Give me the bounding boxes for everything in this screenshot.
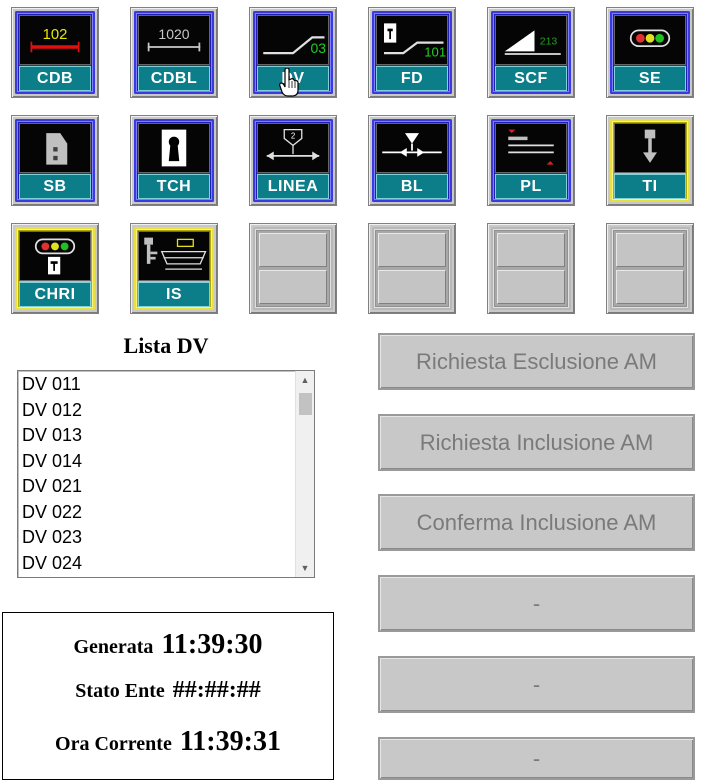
derailer-icon: 101 <box>376 15 448 65</box>
ora-corrente-value: 11:39:31 <box>179 726 281 757</box>
tile-label: BL <box>376 174 448 199</box>
tile-label: TCH <box>138 174 210 199</box>
list-item[interactable]: DV 021 <box>22 474 82 500</box>
function-tile-grid: 102 CDB 1020 CDBL 03 DV 101 FD 213 SCF S… <box>9 7 709 322</box>
list-item[interactable]: DV 013 <box>22 423 82 449</box>
tile-tch[interactable]: TCH <box>130 115 218 206</box>
tile-empty[interactable] <box>606 223 694 314</box>
generata-row: Generata 11:39:30 <box>3 629 333 661</box>
tile-se[interactable]: SE <box>606 7 694 98</box>
tile-cdb[interactable]: 102 CDB <box>11 7 99 98</box>
track-circuit-long-icon: 1020 <box>138 15 210 65</box>
tile-label: SE <box>614 66 686 91</box>
tile-label: CDB <box>19 66 91 91</box>
signal-lights-icon <box>614 15 686 65</box>
list-title: Lista DV <box>123 333 209 358</box>
status-panel: Generata 11:39:30 Stato Ente ##:##:## Or… <box>2 612 334 780</box>
stato-ente-value: ##:##:## <box>172 677 261 703</box>
tile-cdbl[interactable]: 1020 CDBL <box>130 7 218 98</box>
ti-icon <box>614 123 686 173</box>
chri-icon <box>19 231 91 281</box>
tile-label: CHRI <box>19 282 91 307</box>
generata-label: Generata <box>73 636 154 658</box>
tile-empty[interactable] <box>487 223 575 314</box>
level-crossing-icon <box>495 123 567 173</box>
tile-bl[interactable]: BL <box>368 115 456 206</box>
switch-icon: 03 <box>257 15 329 65</box>
empty-action-button[interactable]: - <box>378 575 695 632</box>
tile-label: PL <box>495 174 567 199</box>
tile-pl[interactable]: PL <box>487 115 575 206</box>
tile-empty[interactable] <box>249 223 337 314</box>
ora-corrente-row: Ora Corrente 11:39:31 <box>3 726 333 758</box>
list-item[interactable]: DV 012 <box>22 398 82 424</box>
tile-screen-text: 1020 <box>158 26 189 42</box>
tile-ti[interactable]: TI <box>606 115 694 206</box>
tile-label: LINEA <box>257 174 329 199</box>
empty-action-button[interactable]: - <box>378 656 695 713</box>
track-circuit-icon: 102 <box>19 15 91 65</box>
hand-cursor-icon <box>279 68 299 97</box>
signal-board-icon <box>19 123 91 173</box>
ora-corrente-label: Ora Corrente <box>55 733 172 755</box>
dv-listbox[interactable]: DV 011 DV 012 DV 013 DV 014 DV 021 DV 02… <box>17 370 315 578</box>
tile-scf[interactable]: 213 SCF <box>487 7 575 98</box>
list-item[interactable]: DV 011 <box>22 372 82 398</box>
tile-fd[interactable]: 101 FD <box>368 7 456 98</box>
line-icon: 2 <box>257 123 329 173</box>
scroll-up-arrow-icon[interactable]: ▲ <box>296 371 314 389</box>
list-scrollbar[interactable]: ▲ ▼ <box>295 371 314 577</box>
tile-label: CDBL <box>138 66 210 91</box>
tile-label: SB <box>19 174 91 199</box>
list-item[interactable]: DV 014 <box>22 449 82 475</box>
dv-list: DV 011 DV 012 DV 013 DV 014 DV 021 DV 02… <box>22 372 82 576</box>
tile-chri[interactable]: CHRI <box>11 223 99 314</box>
tile-label: FD <box>376 66 448 91</box>
tile-linea[interactable]: 2 LINEA <box>249 115 337 206</box>
generata-value: 11:39:30 <box>161 629 263 660</box>
stato-ente-label: Stato Ente <box>75 680 165 702</box>
tile-empty[interactable] <box>368 223 456 314</box>
scroll-thumb[interactable] <box>299 393 312 415</box>
scroll-down-arrow-icon[interactable]: ▼ <box>296 559 314 577</box>
tile-label: SCF <box>495 66 567 91</box>
stato-ente-row: Stato Ente ##:##:## <box>3 677 333 704</box>
list-item[interactable]: DV 022 <box>22 500 82 526</box>
block-icon <box>376 123 448 173</box>
richiesta-esclusione-am-button[interactable]: Richiesta Esclusione AM <box>378 333 695 390</box>
empty-action-button[interactable]: - <box>378 737 695 780</box>
tile-screen-text: 213 <box>540 35 558 47</box>
tile-screen-text: 2 <box>291 131 295 140</box>
key-lock-icon <box>138 231 210 281</box>
list-item[interactable]: DV 024 <box>22 551 82 577</box>
tile-label: TI <box>614 174 686 199</box>
scf-icon: 213 <box>495 15 567 65</box>
list-item[interactable]: DV 023 <box>22 525 82 551</box>
tile-is[interactable]: IS <box>130 223 218 314</box>
richiesta-inclusione-am-button[interactable]: Richiesta Inclusione AM <box>378 414 695 471</box>
tile-sb[interactable]: SB <box>11 115 99 206</box>
tile-label: IS <box>138 282 210 307</box>
conferma-inclusione-am-button[interactable]: Conferma Inclusione AM <box>378 494 695 551</box>
keyhole-icon <box>138 123 210 173</box>
tile-screen-text: 03 <box>311 40 327 56</box>
tile-screen-text: 102 <box>43 27 68 43</box>
tile-screen-text: 101 <box>424 45 446 60</box>
